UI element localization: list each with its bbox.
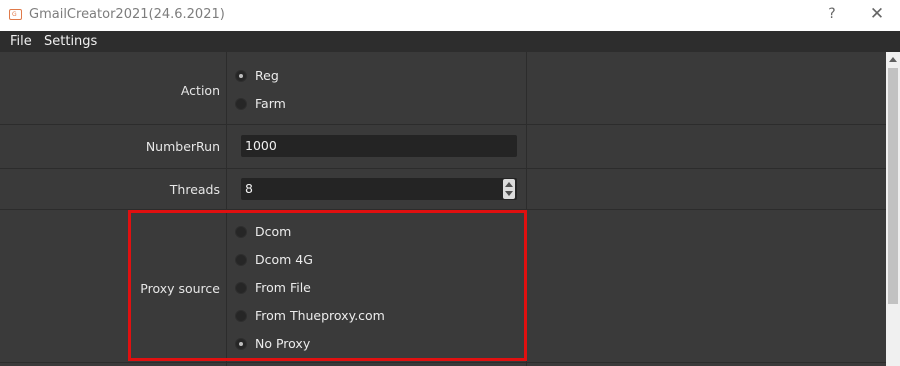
threads-label: Threads	[169, 182, 220, 197]
row-divider	[0, 362, 886, 363]
app-icon: G	[9, 9, 22, 20]
vertical-scrollbar[interactable]	[886, 52, 900, 366]
threads-spinbox[interactable]: 8	[241, 178, 517, 200]
spin-up-icon[interactable]	[505, 182, 513, 187]
radio-button[interactable]	[235, 254, 247, 266]
help-button[interactable]: ?	[824, 6, 840, 22]
proxy-source-label: Proxy source	[140, 281, 220, 296]
close-button[interactable]: ✕	[868, 4, 886, 24]
radio-label: No Proxy	[255, 336, 311, 351]
window-title: GmailCreator2021(24.6.2021)	[29, 7, 225, 22]
menu-bar: File Settings	[0, 31, 900, 52]
radio-button[interactable]	[235, 310, 247, 322]
radio-label: Farm	[255, 96, 286, 111]
radio-button[interactable]	[235, 226, 247, 238]
radio-label: From Thueproxy.com	[255, 308, 385, 323]
app-icon-text: G	[12, 11, 17, 18]
radio-label: Dcom	[255, 224, 292, 239]
radio-button[interactable]	[235, 98, 247, 110]
spin-down-icon[interactable]	[505, 191, 513, 196]
numberrun-label: NumberRun	[145, 139, 220, 154]
threads-value: 8	[245, 181, 253, 196]
numberrun-input[interactable]: 1000	[241, 135, 517, 157]
menu-settings[interactable]: Settings	[44, 34, 97, 49]
menu-file[interactable]: File	[10, 34, 32, 49]
title-bar: G GmailCreator2021(24.6.2021) ? ✕	[0, 0, 900, 31]
row-divider	[0, 209, 886, 210]
row-divider	[0, 168, 886, 169]
radio-label: Dcom 4G	[255, 252, 313, 267]
radio-label: From File	[255, 280, 311, 295]
action-label: Action	[180, 83, 220, 98]
radio-button[interactable]	[235, 70, 247, 82]
radio-label: Reg	[255, 68, 279, 83]
scrollbar-thumb[interactable]	[888, 68, 898, 304]
row-divider	[0, 124, 886, 125]
settings-form: Action Reg Farm NumberRun 1000 Threads 8…	[0, 52, 886, 366]
scroll-up-icon[interactable]	[889, 57, 897, 62]
radio-button[interactable]	[235, 338, 247, 350]
spin-buttons[interactable]	[503, 179, 515, 199]
radio-button[interactable]	[235, 282, 247, 294]
